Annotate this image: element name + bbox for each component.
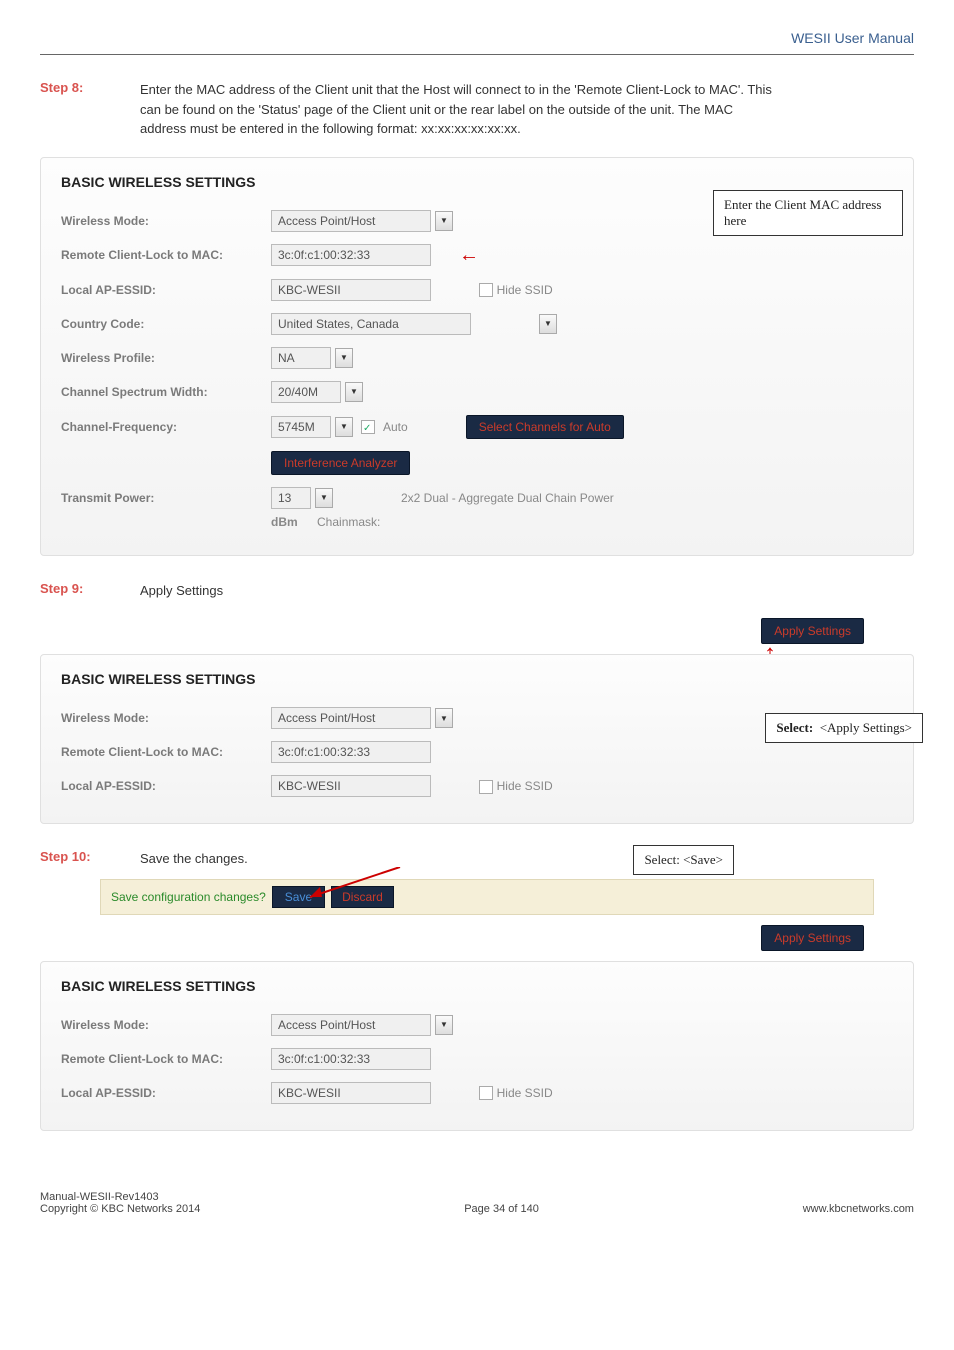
panel3-title: BASIC WIRELESS SETTINGS	[61, 978, 893, 994]
hide-ssid-label: Hide SSID	[497, 283, 553, 297]
basic-wireless-panel-3: BASIC WIRELESS SETTINGS Wireless Mode: A…	[40, 961, 914, 1131]
remote-lock-label: Remote Client-Lock to MAC:	[61, 745, 271, 759]
chevron-down-icon[interactable]: ▼	[435, 1015, 453, 1035]
wireless-mode-select[interactable]: Access Point/Host	[271, 707, 431, 729]
transmit-input[interactable]: 13	[271, 487, 311, 509]
wireless-mode-label: Wireless Mode:	[61, 711, 271, 725]
country-select[interactable]: United States, Canada	[271, 313, 471, 335]
select-channels-button[interactable]: Select Channels for Auto	[466, 415, 624, 439]
step9-label: Step 9:	[40, 581, 110, 601]
chevron-down-icon[interactable]: ▼	[435, 211, 453, 231]
hide-ssid-checkbox[interactable]	[479, 780, 493, 794]
annotation-save: Select: <Save>	[633, 845, 734, 875]
apply-settings-button[interactable]: Apply Settings	[761, 618, 864, 644]
chain-power-text: 2x2 Dual - Aggregate Dual Chain Power	[401, 491, 614, 505]
profile-select[interactable]: NA	[271, 347, 331, 369]
annotation-client-mac: Enter the Client MAC address here	[713, 190, 903, 236]
remote-lock-label: Remote Client-Lock to MAC:	[61, 1052, 271, 1066]
spectrum-select[interactable]: 20/40M	[271, 381, 341, 403]
basic-wireless-panel-2: BASIC WIRELESS SETTINGS Wireless Mode: A…	[40, 654, 914, 824]
local-essid-input[interactable]: KBC-WESII	[271, 279, 431, 301]
remote-lock-input[interactable]: 3c:0f:c1:00:32:33	[271, 244, 431, 266]
annotation-apply-settings: Select: Select: <Apply Settings><Apply S…	[765, 713, 923, 743]
local-essid-label: Local AP-ESSID:	[61, 779, 271, 793]
chevron-down-icon[interactable]: ▼	[315, 488, 333, 508]
wireless-mode-select[interactable]: Access Point/Host	[271, 210, 431, 232]
basic-wireless-panel-1: BASIC WIRELESS SETTINGS Wireless Mode: A…	[40, 157, 914, 556]
footer-center: Page 34 of 140	[464, 1203, 539, 1215]
hide-ssid-label: Hide SSID	[497, 779, 553, 793]
transmit-label: Transmit Power:	[61, 491, 271, 505]
panel2-title: BASIC WIRELESS SETTINGS	[61, 671, 893, 687]
wireless-mode-select[interactable]: Access Point/Host	[271, 1014, 431, 1036]
hide-ssid-label: Hide SSID	[497, 1086, 553, 1100]
step10-label: Step 10:	[40, 849, 110, 869]
wireless-mode-label: Wireless Mode:	[61, 214, 271, 228]
freq-select[interactable]: 5745M	[271, 416, 331, 438]
freq-label: Channel-Frequency:	[61, 420, 271, 434]
country-label: Country Code:	[61, 317, 271, 331]
chevron-down-icon[interactable]: ▼	[335, 417, 353, 437]
arrow-left-icon: ←	[459, 244, 479, 267]
discard-button[interactable]: Discard	[331, 886, 394, 908]
save-prompt: Save configuration changes?	[111, 890, 266, 904]
chevron-down-icon[interactable]: ▼	[335, 348, 353, 368]
chevron-down-icon[interactable]: ▼	[435, 708, 453, 728]
chevron-down-icon[interactable]: ▼	[539, 314, 557, 334]
spectrum-label: Channel Spectrum Width:	[61, 385, 271, 399]
remote-lock-label: Remote Client-Lock to MAC:	[61, 248, 271, 262]
footer-right: www.kbcnetworks.com	[803, 1203, 914, 1215]
auto-checkbox[interactable]	[361, 420, 375, 434]
chainmask-label: Chainmask:	[317, 515, 380, 529]
local-essid-input[interactable]: KBC-WESII	[271, 775, 431, 797]
wireless-mode-label: Wireless Mode:	[61, 1018, 271, 1032]
local-essid-label: Local AP-ESSID:	[61, 1086, 271, 1100]
interference-analyzer-button[interactable]: Interference Analyzer	[271, 451, 410, 475]
local-essid-input[interactable]: KBC-WESII	[271, 1082, 431, 1104]
footer-left: Manual-WESII-Rev1403 Copyright © KBC Net…	[40, 1191, 200, 1215]
step9-text: Apply Settings	[140, 581, 223, 601]
profile-label: Wireless Profile:	[61, 351, 271, 365]
step10-text: Save the changes.	[140, 849, 248, 869]
hide-ssid-checkbox[interactable]	[479, 1086, 493, 1100]
chevron-down-icon[interactable]: ▼	[345, 382, 363, 402]
apply-settings-button[interactable]: Apply Settings	[761, 925, 864, 951]
save-button[interactable]: Save	[272, 886, 325, 908]
local-essid-label: Local AP-ESSID:	[61, 283, 271, 297]
panel1-title: BASIC WIRELESS SETTINGS	[61, 174, 893, 190]
auto-label: Auto	[383, 420, 408, 434]
manual-title: WESII User Manual	[40, 30, 914, 55]
remote-lock-input[interactable]: 3c:0f:c1:00:32:33	[271, 741, 431, 763]
step8-text: Enter the MAC address of the Client unit…	[140, 80, 780, 139]
step8-label: Step 8:	[40, 80, 110, 139]
remote-lock-input[interactable]: 3c:0f:c1:00:32:33	[271, 1048, 431, 1070]
save-config-bar: Save configuration changes? Save Discard	[100, 879, 874, 915]
hide-ssid-checkbox[interactable]	[479, 283, 493, 297]
dbm-label: dBm	[271, 515, 298, 529]
